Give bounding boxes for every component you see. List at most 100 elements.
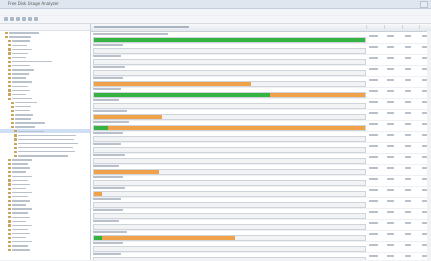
tree-node-label [12,93,26,96]
folder-icon [8,40,11,43]
tree-node-label [15,122,45,124]
folder-icon [8,44,11,47]
folder-name [93,88,121,90]
tree-node-label [15,118,31,120]
tree-node[interactable] [0,248,90,252]
column-header [91,24,431,32]
column-divider[interactable] [384,25,385,29]
tree-node-label [12,175,32,177]
folder-icon [8,179,11,182]
tree-node-label [12,56,26,59]
usage-fill-green [94,236,103,240]
usage-bar [93,169,366,175]
folder-icon [8,171,11,174]
tree-node-label [12,167,30,169]
tree-node-label [12,249,30,251]
size-value [369,112,378,114]
folder-icon [8,236,11,239]
scan-icon[interactable] [28,17,32,21]
usage-bar [93,202,366,208]
size-value [387,35,394,37]
folder-name [93,99,119,101]
column-divider[interactable] [402,25,403,29]
folder-name [93,165,119,167]
size-value [405,200,411,202]
folder-icon [8,187,11,190]
tree-node-label [12,85,28,87]
column-divider[interactable] [366,25,367,29]
close-button[interactable] [420,1,428,8]
settings-icon[interactable] [34,17,38,21]
folder-name [93,55,121,57]
size-value [405,189,411,191]
column-divider[interactable] [419,25,420,29]
tree-node-label [12,212,28,214]
size-value [387,178,394,180]
size-value [405,68,411,70]
up-icon[interactable] [16,17,20,21]
tree-node-label [18,146,73,149]
back-icon[interactable] [4,17,8,21]
folder-name [93,33,168,35]
size-value [405,112,411,114]
size-value [405,79,411,81]
tree-node-label [12,69,34,71]
folder-icon [14,154,17,157]
usage-bar [93,191,366,197]
usage-fill-orange [94,82,252,86]
folder-icon [8,191,11,194]
usage-bar [93,213,366,219]
tree-node-label [12,204,26,206]
size-value [387,134,394,136]
size-value [369,101,378,103]
size-value [369,134,378,136]
forward-icon[interactable] [10,17,14,21]
usage-bar [93,70,366,76]
tree-node-label [12,241,32,243]
usage-bar [93,158,366,164]
folder-name [93,66,125,68]
size-value [387,233,394,235]
size-value [405,46,411,48]
tree-node-label [12,208,32,210]
folder-icon [8,248,11,252]
tree-node-label [15,105,31,108]
size-value [387,101,394,103]
size-value [369,200,378,202]
size-value [387,222,394,224]
size-value [405,167,411,169]
size-value [387,68,394,70]
tree-node-label [15,101,37,104]
size-value [369,233,378,235]
folder-icon [11,105,14,108]
tree-node-label [12,40,30,42]
table-row[interactable] [91,252,431,260]
folder-tree[interactable] [0,24,91,260]
folder-icon [14,142,17,145]
folder-icon [8,203,11,207]
size-value [387,200,394,202]
tree-node-label [12,159,32,161]
tree-node-label [12,224,32,227]
size-value [369,145,378,147]
size-value [405,35,411,37]
folder-icon [8,77,11,80]
usage-bar [93,114,366,120]
folder-icon [8,212,11,215]
refresh-icon[interactable] [22,17,26,21]
usage-bar [93,81,366,87]
size-value [369,57,378,59]
size-value [405,178,411,180]
tree-node-label [12,216,30,218]
size-value [387,244,394,246]
scrollbar[interactable] [427,31,431,260]
size-value [369,167,378,169]
size-value [387,156,394,158]
folder-icon [11,122,14,125]
size-value [369,90,378,92]
size-value [405,145,411,147]
folder-icon [5,36,8,39]
usage-bar [93,92,366,98]
tree-node-label [18,155,68,157]
folder-icon [8,220,11,223]
